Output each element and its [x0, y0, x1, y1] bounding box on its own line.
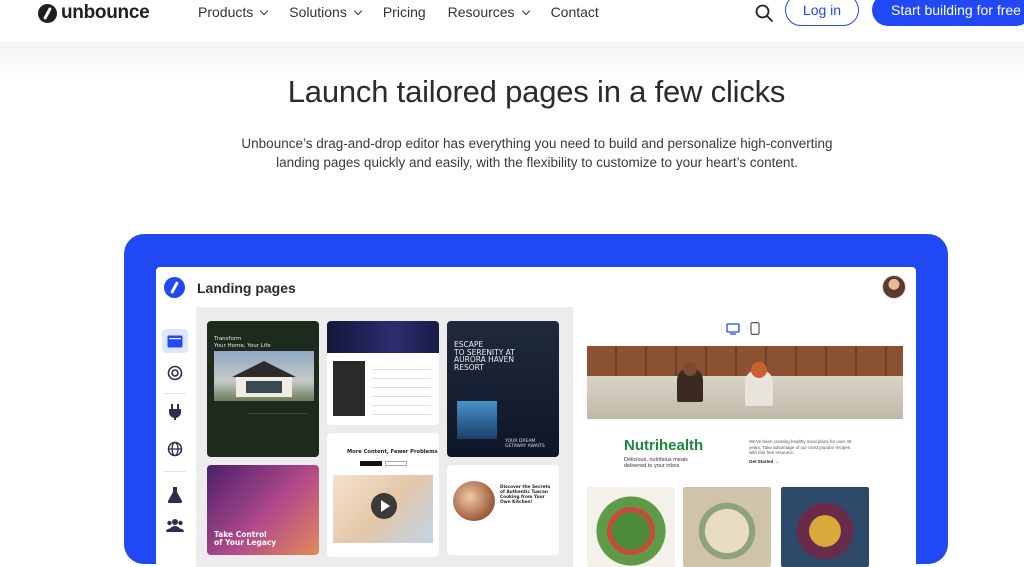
- template-card-home[interactable]: Transform Your Home, Your Life: [207, 321, 319, 457]
- top-nav: unbounce Products Solutions Pricing Reso…: [0, 0, 1024, 42]
- resort-photo: [457, 401, 497, 439]
- plug-icon[interactable]: [162, 400, 188, 424]
- hero-subtitle: Unbounce’s drag-and-drop editor has ever…: [241, 136, 833, 170]
- menu-contact[interactable]: Contact: [551, 4, 599, 20]
- desktop-icon[interactable]: [726, 322, 740, 340]
- app-sidebar: [156, 307, 194, 567]
- template-heading: More Content, Fewer Problems: [347, 449, 438, 455]
- template-card-product[interactable]: [327, 321, 439, 425]
- login-button[interactable]: Log in: [785, 0, 859, 26]
- food-photo-salad: [587, 487, 675, 567]
- menu-solutions[interactable]: Solutions: [289, 4, 363, 20]
- hero-kitchen-photo: [587, 346, 903, 419]
- mobile-icon[interactable]: [750, 322, 760, 340]
- template-lines: [247, 413, 307, 441]
- sidebar-divider: [164, 393, 186, 394]
- logo-text: unbounce: [61, 2, 150, 23]
- search-icon[interactable]: [754, 3, 774, 23]
- chevron-down-icon: [353, 6, 363, 15]
- target-icon[interactable]: [162, 361, 188, 385]
- preview-tagline: Delicious, nutritious meals delivered to…: [624, 457, 688, 469]
- get-started-link[interactable]: Get Started →: [749, 459, 779, 464]
- device-toggle: [726, 322, 760, 340]
- template-heading: Take Control of Your Legacy: [214, 530, 277, 547]
- sidebar-divider: [164, 471, 186, 472]
- unbounce-logo[interactable]: unbounce: [38, 2, 150, 24]
- menu-products[interactable]: Products: [198, 4, 269, 20]
- app-window: Landing pages Transform Your Home, Your …: [156, 267, 916, 567]
- product-photo: [333, 361, 365, 416]
- flask-icon[interactable]: [162, 483, 188, 507]
- main-menu: Products Solutions Pricing Resources Con…: [198, 4, 621, 20]
- chevron-down-icon: [260, 6, 269, 15]
- menu-pricing-label: Pricing: [382, 4, 426, 20]
- pages-icon[interactable]: [162, 329, 188, 353]
- template-subheading: YOUR DREAM GETAWAY AWAITS: [505, 439, 545, 449]
- nutrihealth-logo: Nutrihealth: [624, 437, 704, 454]
- house-photo: [214, 351, 314, 401]
- template-card-content[interactable]: More Content, Fewer Problems: [327, 433, 439, 557]
- app-logo-icon: [164, 277, 185, 298]
- menu-contact-label: Contact: [550, 4, 599, 20]
- menu-solutions-label: Solutions: [289, 4, 347, 20]
- template-card-resort[interactable]: ESCAPE TO SERENITY AT AURORA HAVEN RESOR…: [447, 321, 559, 457]
- chevron-down-icon: [521, 6, 530, 15]
- users-icon[interactable]: [162, 513, 188, 537]
- menu-pricing[interactable]: Pricing: [383, 4, 426, 20]
- template-card-legacy[interactable]: Take Control of Your Legacy: [207, 465, 319, 555]
- start-building-button[interactable]: Start building for free: [872, 0, 1024, 26]
- play-icon[interactable]: [371, 493, 397, 519]
- template-heading: ESCAPE TO SERENITY AT AURORA HAVEN RESOR…: [454, 340, 515, 372]
- menu-products-label: Products: [198, 4, 254, 20]
- avatar[interactable]: [882, 275, 906, 299]
- menu-resources-label: Resources: [447, 4, 515, 20]
- template-heading: Transform Your Home, Your Life: [214, 336, 271, 349]
- template-gallery: Transform Your Home, Your Life ESCAPE TO…: [196, 307, 573, 567]
- food-photo-soup: [683, 487, 771, 567]
- globe-icon[interactable]: [162, 437, 188, 461]
- app-title: Landing pages: [197, 280, 296, 296]
- logo-mark-icon: [38, 3, 57, 23]
- page-preview: Nutrihealth Delicious, nutritious meals …: [573, 307, 916, 567]
- template-heading: Discover the Secrets of Authentic Tuscan…: [500, 485, 551, 505]
- food-photo-bowl: [781, 487, 869, 567]
- preview-copy: We've been creating healthy meal plans f…: [749, 439, 852, 455]
- menu-resources[interactable]: Resources: [447, 4, 530, 20]
- cooking-photo: [453, 481, 495, 521]
- hero-title: Launch tailored pages in a few clicks: [287, 74, 786, 109]
- template-card-tuscan[interactable]: Discover the Secrets of Authentic Tuscan…: [447, 465, 559, 555]
